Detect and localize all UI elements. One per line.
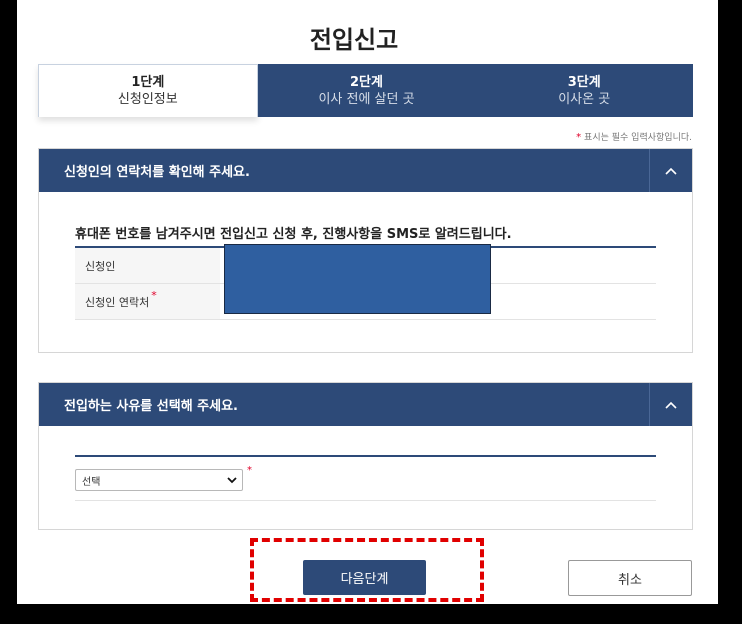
section-header: 신청인의 연락처를 확인해 주세요. (39, 149, 692, 192)
section-title: 전입하는 사유를 선택해 주세요. (64, 399, 238, 414)
chevron-up-icon (665, 401, 677, 409)
required-note-text: 표시는 필수 입력사항입니다. (584, 133, 692, 143)
contact-label: 신청인 연락처 * (75, 284, 220, 319)
collapse-toggle[interactable] (649, 149, 692, 192)
step-3-label: 이사온 곳 (558, 91, 611, 107)
step-2[interactable]: 2단계 이사 전에 살던 곳 (257, 64, 476, 117)
applicant-label: 신청인 (75, 248, 220, 283)
chevron-up-icon (665, 167, 677, 175)
reason-row: 선택 * (75, 457, 656, 501)
reason-select[interactable]: 선택 (75, 469, 243, 491)
sms-info-text: 휴대폰 번호를 남겨주시면 전입신고 신청 후, 진행사항을 SMS로 알려드립… (75, 227, 512, 242)
step-2-label: 이사 전에 살던 곳 (318, 91, 415, 107)
required-star: * (247, 465, 252, 476)
cancel-button[interactable]: 취소 (568, 560, 692, 596)
section-header: 전입하는 사유를 선택해 주세요. (39, 383, 692, 426)
required-star: * (151, 289, 157, 302)
collapse-toggle[interactable] (649, 383, 692, 426)
step-indicator: 1단계 신청인정보 2단계 이사 전에 살던 곳 3단계 이사온 곳 (38, 64, 694, 117)
step-1-label: 신청인정보 (117, 92, 178, 107)
contact-label-text: 신청인 연락처 (85, 295, 150, 309)
step-1[interactable]: 1단계 신청인정보 (38, 64, 258, 117)
applicant-label-text: 신청인 (85, 259, 116, 273)
main-frame: 1단계 신청인정보 2단계 이사 전에 살던 곳 3단계 이사온 곳 * 표시는… (17, 0, 718, 604)
step-1-number: 1단계 (131, 75, 165, 90)
next-step-button[interactable]: 다음단계 (303, 560, 426, 595)
required-star: * (576, 132, 582, 143)
required-note: * 표시는 필수 입력사항입니다. (576, 130, 692, 143)
chevron-down-icon (227, 477, 237, 484)
redaction-block (224, 244, 491, 314)
step-3[interactable]: 3단계 이사온 곳 (475, 64, 694, 117)
section-title: 신청인의 연락처를 확인해 주세요. (64, 165, 250, 180)
step-3-number: 3단계 (567, 74, 601, 90)
move-reason-section: 전입하는 사유를 선택해 주세요. 선택 * (38, 382, 693, 530)
step-2-number: 2단계 (350, 74, 383, 90)
reason-select-value: 선택 (82, 476, 101, 488)
page-title: 전입신고 (309, 26, 399, 54)
